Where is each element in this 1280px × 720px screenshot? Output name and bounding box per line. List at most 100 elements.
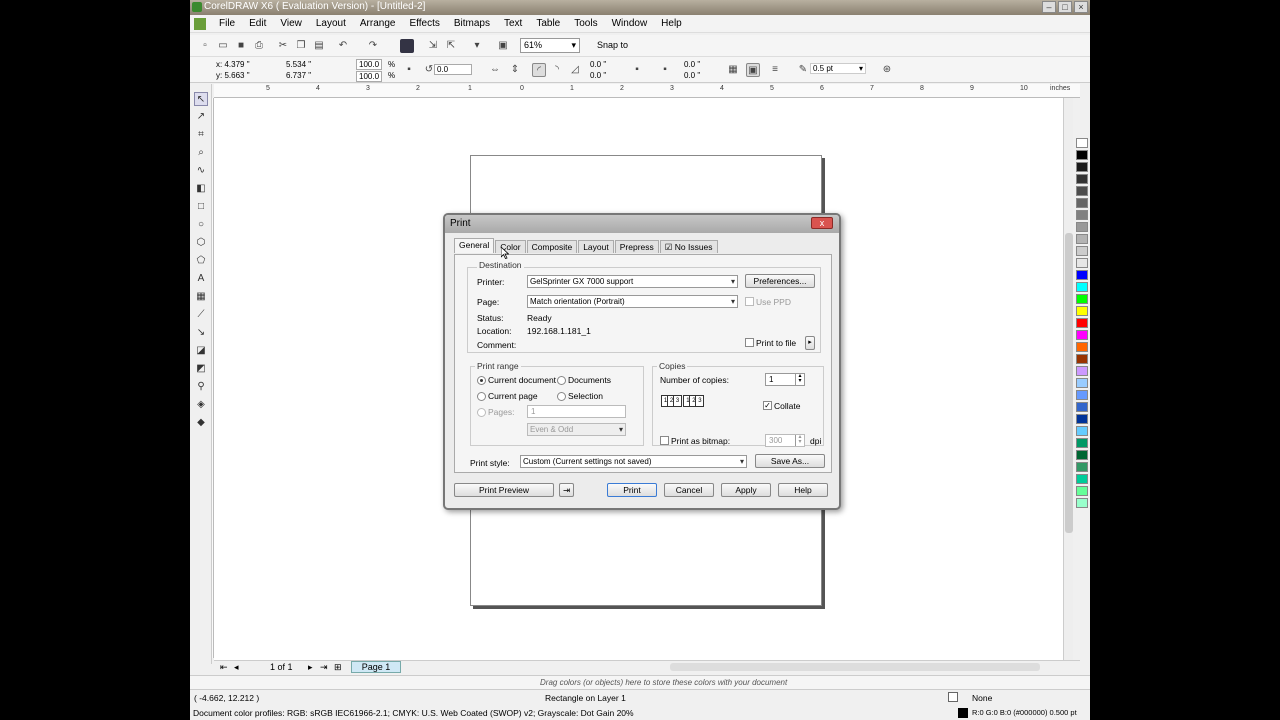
relative-scaling-icon[interactable]: ▣ xyxy=(746,63,760,77)
chamfered-corner-icon[interactable]: ◿ xyxy=(568,63,582,77)
new-icon[interactable]: ▫ xyxy=(198,39,212,53)
blend-tool-icon[interactable]: ◪ xyxy=(194,344,208,358)
redo-icon[interactable]: ↷ xyxy=(366,39,380,53)
palette-swatch[interactable] xyxy=(1076,198,1088,208)
palette-swatch[interactable] xyxy=(1076,402,1088,412)
copies-stepper[interactable]: 1 ▴ ▾ xyxy=(765,373,805,386)
maximize-button[interactable]: □ xyxy=(1058,1,1072,13)
table-tool-icon[interactable]: ▦ xyxy=(194,290,208,304)
close-button[interactable]: × xyxy=(1074,1,1088,13)
save-as-button[interactable]: Save As... xyxy=(755,454,825,468)
ellipse-tool-icon[interactable]: ○ xyxy=(194,218,208,232)
menu-view[interactable]: View xyxy=(273,18,309,29)
first-page-icon[interactable]: ⇤ xyxy=(220,662,228,673)
outline-width-select[interactable]: 0.5 pt ▾ xyxy=(810,63,866,74)
palette-swatch[interactable] xyxy=(1076,246,1088,256)
print-to-file-checkbox[interactable] xyxy=(745,338,754,347)
page-orientation-select[interactable]: Match orientation (Portrait) ▾ xyxy=(527,295,738,308)
text-tool-icon[interactable]: A xyxy=(194,272,208,286)
current-page-radio[interactable] xyxy=(477,392,486,401)
vertical-scrollbar[interactable] xyxy=(1063,98,1073,660)
x-position[interactable]: x: 4.379 " xyxy=(216,60,250,70)
eyedropper-tool-icon[interactable]: ⚲ xyxy=(194,380,208,394)
collate-checkbox[interactable]: ✓ xyxy=(763,401,772,410)
palette-swatch[interactable] xyxy=(1076,294,1088,304)
object-width[interactable]: 5.534 " xyxy=(286,60,311,70)
menu-help[interactable]: Help xyxy=(654,18,689,29)
copy-icon[interactable]: ❐ xyxy=(294,39,308,53)
palette-swatch[interactable] xyxy=(1076,138,1088,148)
mirror-vertical-icon[interactable]: ⇕ xyxy=(508,63,522,77)
print-to-file-options-icon[interactable]: ▸ xyxy=(805,336,815,350)
corner-bottom-right[interactable]: 0.0 " xyxy=(684,71,700,81)
dialog-close-button[interactable]: x xyxy=(811,217,833,229)
palette-swatch[interactable] xyxy=(1076,486,1088,496)
palette-swatch[interactable] xyxy=(1076,462,1088,472)
palette-swatch[interactable] xyxy=(1076,162,1088,172)
tab-prepress[interactable]: Prepress xyxy=(614,240,659,253)
palette-swatch[interactable] xyxy=(1076,222,1088,232)
prev-page-icon[interactable]: ◂ xyxy=(234,662,239,673)
object-height[interactable]: 6.737 " xyxy=(286,71,311,81)
menu-effects[interactable]: Effects xyxy=(402,18,446,29)
outline-pen-icon[interactable]: ◈ xyxy=(194,398,208,412)
print-preview-button[interactable]: Print Preview xyxy=(454,483,554,497)
export-icon[interactable]: ⇱ xyxy=(444,39,458,53)
print-style-select[interactable]: Custom (Current settings not saved) ▾ xyxy=(520,455,747,468)
palette-swatch[interactable] xyxy=(1076,186,1088,196)
zoom-tool-icon[interactable]: ⌕ xyxy=(194,146,208,160)
tab-general[interactable]: General xyxy=(454,238,495,253)
menu-arrange[interactable]: Arrange xyxy=(353,18,403,29)
use-ppd-checkbox[interactable] xyxy=(745,297,754,306)
fill-tool-icon[interactable]: ◆ xyxy=(194,416,208,430)
freehand-tool-icon[interactable]: ∿ xyxy=(194,164,208,178)
scale-height[interactable]: 100.0 xyxy=(356,71,382,82)
palette-swatch[interactable] xyxy=(1076,342,1088,352)
print-button[interactable]: Print xyxy=(607,483,657,497)
zoom-level-select[interactable]: 61% ▾ xyxy=(520,38,580,53)
color-palette[interactable] xyxy=(1076,138,1090,668)
expand-preview-icon[interactable]: ⇥ xyxy=(559,483,574,497)
menu-edit[interactable]: Edit xyxy=(242,18,273,29)
last-page-icon[interactable]: ⇥ xyxy=(320,662,328,673)
round-corner-icon[interactable]: ◜ xyxy=(532,63,546,77)
preferences-button[interactable]: Preferences... xyxy=(745,274,815,288)
menu-bitmaps[interactable]: Bitmaps xyxy=(447,18,497,29)
crop-tool-icon[interactable]: ⌗ xyxy=(194,128,208,142)
open-icon[interactable]: ▭ xyxy=(216,39,230,53)
rectangle-tool-icon[interactable]: □ xyxy=(194,200,208,214)
menu-tools[interactable]: Tools xyxy=(567,18,604,29)
paste-icon[interactable]: ▤ xyxy=(312,39,326,53)
shape-tool-icon[interactable]: ↗ xyxy=(194,110,208,124)
help-button[interactable]: Help xyxy=(778,483,828,497)
palette-swatch[interactable] xyxy=(1076,426,1088,436)
y-position[interactable]: y: 5.663 " xyxy=(216,71,250,81)
palette-swatch[interactable] xyxy=(1076,282,1088,292)
snap-to-dropdown[interactable]: Snap to xyxy=(597,40,628,50)
tab-composite[interactable]: Composite xyxy=(526,240,578,253)
cut-icon[interactable]: ✂ xyxy=(276,39,290,53)
palette-swatch[interactable] xyxy=(1076,318,1088,328)
menu-table[interactable]: Table xyxy=(529,18,567,29)
selection-radio[interactable] xyxy=(557,392,566,401)
palette-swatch[interactable] xyxy=(1076,174,1088,184)
smart-fill-icon[interactable]: ◧ xyxy=(194,182,208,196)
wrap-text-icon[interactable]: ≡ xyxy=(768,63,782,77)
color-profiles[interactable]: Document color profiles: RGB: sRGB IEC61… xyxy=(193,708,634,718)
current-document-radio[interactable] xyxy=(477,376,486,385)
pages-input[interactable]: 1 xyxy=(527,405,626,418)
lock-ratio-icon[interactable]: ▪ xyxy=(402,63,416,77)
tab-layout[interactable]: Layout xyxy=(578,240,614,253)
undo-icon[interactable]: ↶ xyxy=(336,39,350,53)
menu-layout[interactable]: Layout xyxy=(309,18,353,29)
rotation-angle[interactable]: 0.0 xyxy=(434,64,472,75)
search-content-icon[interactable] xyxy=(400,39,414,53)
palette-swatch[interactable] xyxy=(1076,390,1088,400)
palette-swatch[interactable] xyxy=(1076,330,1088,340)
printer-select[interactable]: GelSprinter GX 7000 support ▾ xyxy=(527,275,738,288)
palette-swatch[interactable] xyxy=(1076,210,1088,220)
transparency-tool-icon[interactable]: ◩ xyxy=(194,362,208,376)
save-icon[interactable]: ■ xyxy=(234,39,248,53)
palette-swatch[interactable] xyxy=(1076,474,1088,484)
palette-swatch[interactable] xyxy=(1076,354,1088,364)
